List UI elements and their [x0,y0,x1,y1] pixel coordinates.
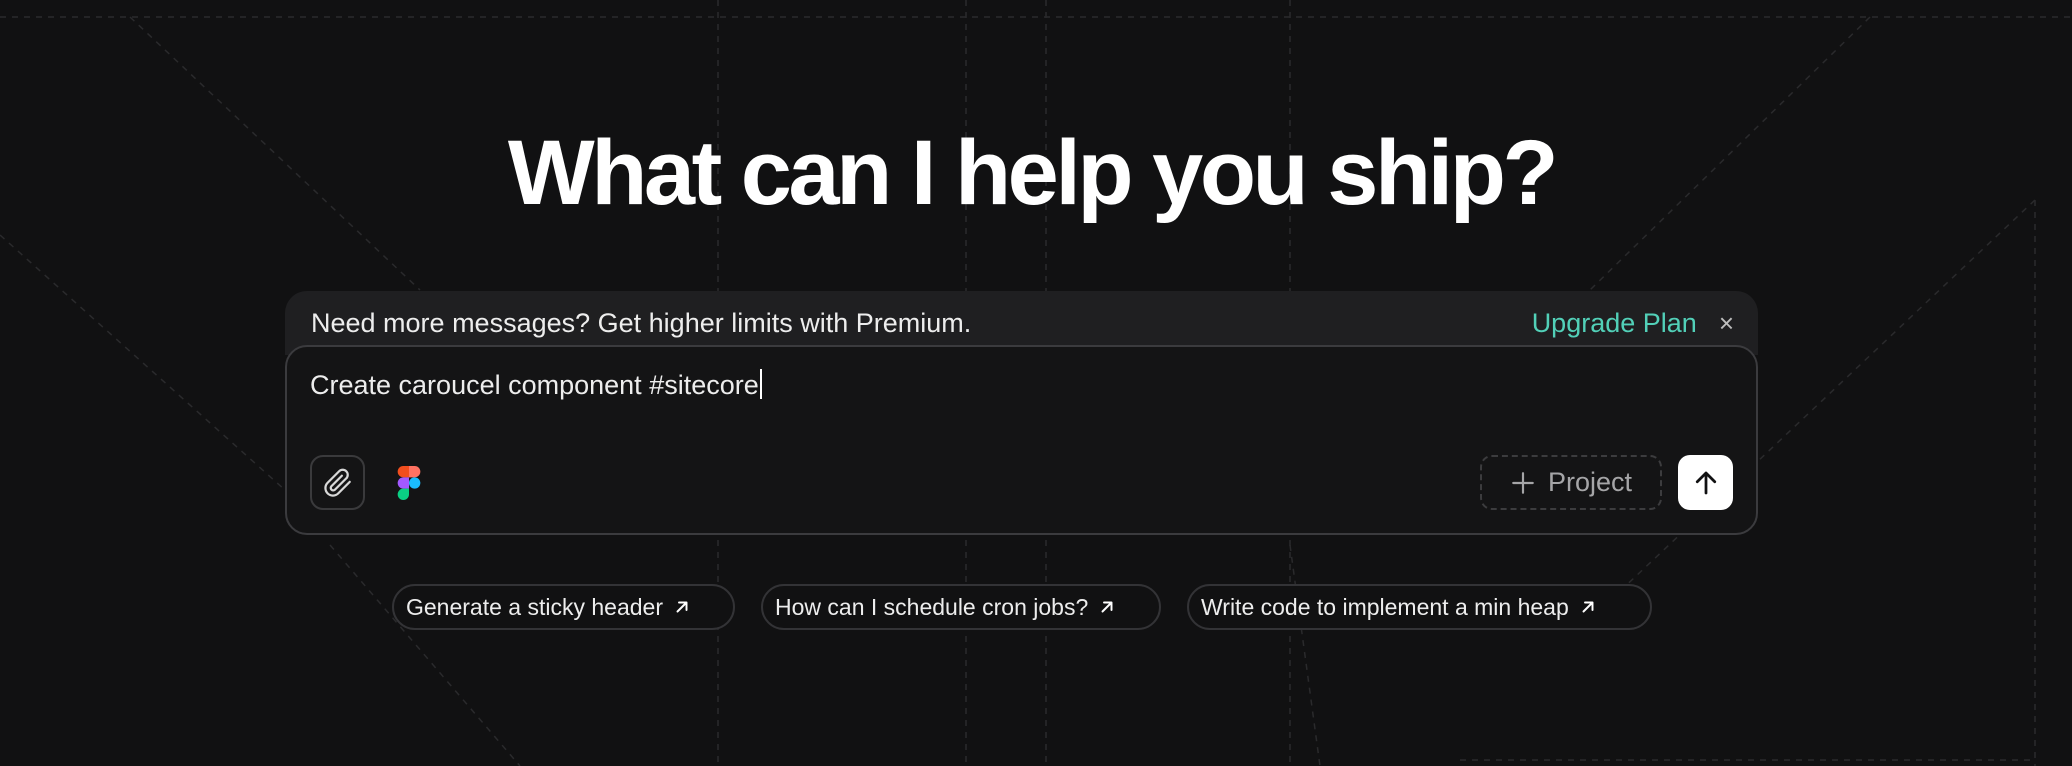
figma-icon [397,466,421,500]
attach-button[interactable] [310,455,365,510]
upgrade-plan-link[interactable]: Upgrade Plan [1532,308,1697,339]
arrow-up-right-icon [1582,601,1594,613]
suggestion-label: Write code to implement a min heap [1201,593,1569,620]
figma-button[interactable] [397,466,421,505]
chat-composer: Need more messages? Get higher limits wi… [285,291,1758,535]
prompt-input[interactable]: Create caroucel component #sitecore [310,369,762,401]
banner-text: Need more messages? Get higher limits wi… [311,307,972,338]
add-project-button[interactable]: Project [1480,455,1662,510]
send-button[interactable] [1678,455,1733,510]
page-title: What can I help you ship? [507,122,1559,224]
arrow-up-icon [1695,471,1716,494]
prompt-input-value: Create caroucel component #sitecore [310,370,759,400]
project-label: Project [1547,467,1633,497]
arrow-up-right-icon [676,601,688,613]
text-caret [759,369,762,399]
suggestion-chip[interactable]: How can I schedule cron jobs? [761,584,1161,630]
suggestion-chip[interactable]: Write code to implement a min heap [1187,584,1652,630]
paperclip-icon [323,468,351,497]
arrow-up-right-icon [1101,601,1113,613]
close-icon[interactable]: × [1719,310,1734,336]
suggestion-chip[interactable]: Generate a sticky header [392,584,735,630]
suggestion-label: Generate a sticky header [406,593,663,620]
plus-icon [1512,471,1534,494]
prompt-box[interactable]: Create caroucel component #sitecore Proj… [285,345,1758,535]
suggestion-label: How can I schedule cron jobs? [775,593,1089,620]
